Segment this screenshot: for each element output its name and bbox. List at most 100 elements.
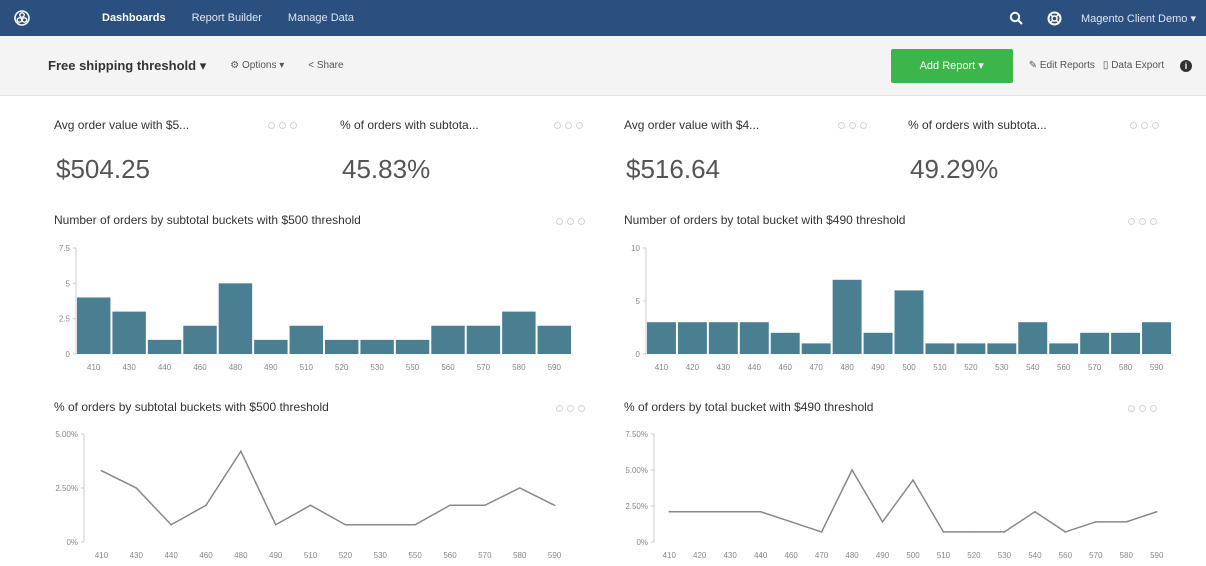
x-tick-label: 490 xyxy=(876,551,890,560)
widget-control-icon[interactable] xyxy=(1139,405,1146,412)
widget-control-icon[interactable] xyxy=(1150,405,1157,412)
x-tick-label: 420 xyxy=(693,551,707,560)
edit-reports-button[interactable]: ✎ Edit Reports xyxy=(1029,60,1095,71)
help-lifebuoy-icon[interactable] xyxy=(1043,7,1065,29)
y-tick-label: 7.5 xyxy=(59,244,71,253)
widget-controls xyxy=(1128,218,1157,225)
data-point xyxy=(240,450,242,453)
widget-control-icon[interactable] xyxy=(860,122,867,129)
search-icon[interactable] xyxy=(1005,7,1027,29)
info-icon[interactable]: i xyxy=(1180,59,1192,72)
widget-control-icon[interactable] xyxy=(1152,122,1159,129)
widget-control-icon[interactable] xyxy=(554,122,561,129)
data-point xyxy=(820,531,823,533)
widget-control-icon[interactable] xyxy=(578,405,585,412)
x-tick-label: 570 xyxy=(478,551,492,560)
widget-control-icon[interactable] xyxy=(849,122,856,129)
dashboard-selector[interactable]: Free shipping threshold ▾ xyxy=(48,58,206,74)
x-tick-label: 580 xyxy=(513,551,527,560)
x-tick-label: 530 xyxy=(370,363,384,372)
bar xyxy=(1049,343,1079,354)
widget-control-icon[interactable] xyxy=(1128,405,1135,412)
y-tick-label: 0% xyxy=(636,538,648,547)
widget-controls xyxy=(268,122,297,129)
line-chart-total-490: 0% 2.50% 5.00% 7.50% 410 420 430 440 460 470 480 49… xyxy=(625,430,1164,560)
data-point xyxy=(942,531,945,533)
data-export-button[interactable]: ▯ Data Export xyxy=(1103,60,1164,71)
y-tick-label: 0 xyxy=(66,350,71,359)
widget-control-icon[interactable] xyxy=(567,405,574,412)
data-point xyxy=(851,469,853,471)
data-point xyxy=(379,523,382,526)
widget-control-icon[interactable] xyxy=(1130,122,1137,129)
x-tick-label: 430 xyxy=(130,551,144,560)
widget-control-icon[interactable] xyxy=(578,218,585,225)
kpi-title: Avg order value with $5... xyxy=(54,118,190,132)
widget-controls xyxy=(556,218,585,225)
bar xyxy=(801,343,831,354)
x-tick-label: 410 xyxy=(663,551,677,560)
x-tick-label: 560 xyxy=(443,551,457,560)
kpi-widget: % of orders with subtota... 49.29% xyxy=(894,96,1194,206)
x-tick-label: 520 xyxy=(339,551,353,560)
x-tick-label: 590 xyxy=(548,551,562,560)
x-tick-label: 590 xyxy=(548,363,562,372)
edit-icon: ✎ xyxy=(1028,60,1040,71)
x-tick-label: 510 xyxy=(933,363,947,372)
widget-control-icon[interactable] xyxy=(1128,218,1135,225)
widget-control-icon[interactable] xyxy=(1139,218,1146,225)
account-menu[interactable]: Magento Client Demo ▾ xyxy=(1081,12,1196,25)
x-tick-label: 500 xyxy=(902,363,916,372)
bar xyxy=(502,311,536,354)
edit-reports-label: Edit Reports xyxy=(1039,60,1095,71)
widget-control-icon[interactable] xyxy=(268,122,275,129)
x-tick-label: 480 xyxy=(229,363,243,372)
widget-control-icon[interactable] xyxy=(565,122,572,129)
widget-control-icon[interactable] xyxy=(576,122,583,129)
bar xyxy=(147,339,182,354)
x-tick-label: 580 xyxy=(512,363,526,372)
y-tick-label: 2.50% xyxy=(625,502,648,511)
widget-control-icon[interactable] xyxy=(567,218,574,225)
widget-controls xyxy=(1128,405,1157,412)
widget-control-icon[interactable] xyxy=(1150,218,1157,225)
widget-control-icon[interactable] xyxy=(838,122,845,129)
bar xyxy=(254,339,288,354)
x-tick-label: 520 xyxy=(964,363,978,372)
data-point xyxy=(1064,531,1067,533)
data-point xyxy=(518,487,521,489)
nav-manage-data[interactable]: Manage Data xyxy=(288,12,354,24)
options-button[interactable]: ⚙ Options ▾ xyxy=(230,60,284,71)
share-button[interactable]: < Share xyxy=(308,60,343,71)
nav-report-builder[interactable]: Report Builder xyxy=(192,12,262,24)
app-logo-icon[interactable] xyxy=(0,0,44,36)
nav-dashboards[interactable]: Dashboards xyxy=(102,12,166,24)
chart-title: Number of orders by total bucket with $4… xyxy=(624,213,906,227)
widget-control-icon[interactable] xyxy=(279,122,286,129)
data-point xyxy=(1125,521,1128,523)
add-report-button[interactable]: Add Report ▾ xyxy=(890,48,1013,83)
document-icon: ▯ xyxy=(1102,60,1112,71)
data-point xyxy=(881,521,884,523)
kpi-title: % of orders with subtota... xyxy=(340,118,479,132)
widget-control-icon[interactable] xyxy=(1141,122,1148,129)
widget-control-icon[interactable] xyxy=(556,405,563,412)
y-tick-label: 0% xyxy=(66,538,78,547)
bar xyxy=(466,325,501,354)
x-tick-label: 440 xyxy=(164,551,178,560)
x-tick-label: 540 xyxy=(1028,551,1042,560)
bar xyxy=(183,325,217,354)
data-point xyxy=(309,504,312,507)
bar xyxy=(677,322,707,354)
widget-controls xyxy=(838,122,867,129)
data-point xyxy=(790,521,792,523)
x-tick-label: 570 xyxy=(1088,363,1102,372)
widget-control-icon[interactable] xyxy=(556,218,563,225)
bar xyxy=(431,325,465,354)
x-tick-label: 550 xyxy=(408,551,422,560)
x-tick-label: 460 xyxy=(779,363,793,372)
x-tick-label: 530 xyxy=(995,363,1009,372)
y-tick-label: 7.50% xyxy=(625,430,648,439)
bar xyxy=(739,322,769,354)
widget-control-icon[interactable] xyxy=(290,122,297,129)
